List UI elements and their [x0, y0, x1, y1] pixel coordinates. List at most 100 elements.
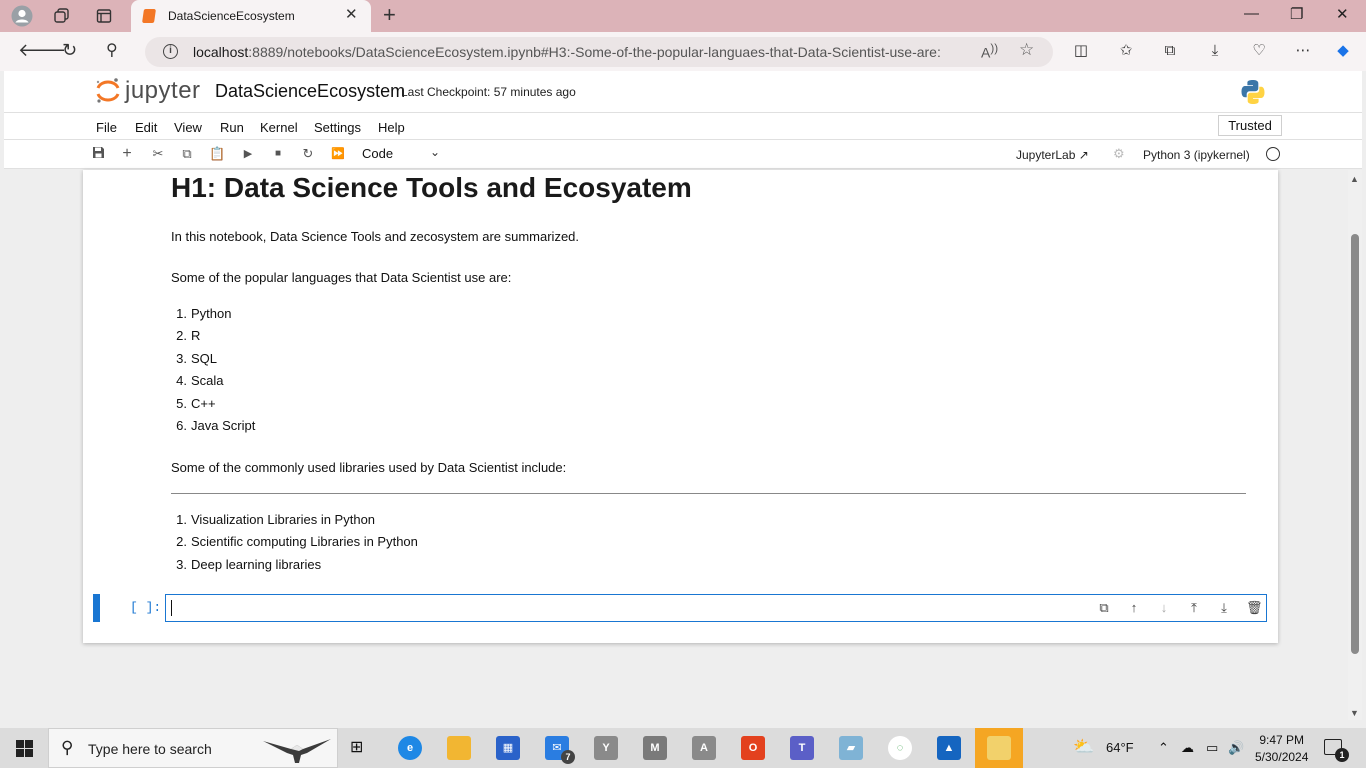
- browser-tab-bar: DataScienceEcosystem ✕ + — ❐ ✕: [0, 0, 1366, 32]
- settings-more-icon[interactable]: ⋯: [1294, 42, 1312, 60]
- save-icon[interactable]: [90, 146, 106, 162]
- cell-prompt: [ ]:: [130, 600, 162, 615]
- move-up-icon[interactable]: ↑: [1126, 600, 1142, 616]
- scroll-down-icon[interactable]: ▼: [1350, 708, 1359, 718]
- weather-icon[interactable]: ⛅: [1073, 737, 1094, 757]
- profile-icon[interactable]: [10, 4, 34, 28]
- windows-start-icon[interactable]: [16, 740, 33, 757]
- system-clock[interactable]: 9:47 PM 5/30/2024: [1255, 732, 1308, 766]
- photos-icon[interactable]: ▲: [937, 736, 961, 760]
- favorite-star-icon[interactable]: ☆: [1019, 40, 1034, 60]
- workspaces-icon[interactable]: [50, 4, 74, 28]
- url-field[interactable]: i localhost:8889/notebooks/DataScienceEc…: [145, 37, 1053, 67]
- menu-edit[interactable]: Edit: [135, 120, 157, 135]
- close-window-icon[interactable]: ✕: [1336, 5, 1349, 23]
- back-icon[interactable]: 🡐: [18, 40, 66, 61]
- active-cell-indicator[interactable]: [93, 594, 100, 622]
- site-info-icon[interactable]: i: [163, 44, 178, 59]
- menu-help[interactable]: Help: [378, 120, 405, 135]
- active-app-icon: [987, 736, 1011, 760]
- menu-run[interactable]: Run: [220, 120, 244, 135]
- taskbar-search-box[interactable]: ⚲ Type here to search: [48, 728, 338, 768]
- jupyterlab-link[interactable]: JupyterLab ↗: [1016, 148, 1089, 162]
- url-text: localhost:8889/notebooks/DataScienceEcos…: [193, 44, 941, 60]
- mail-icon[interactable]: 7 ✉: [545, 736, 575, 764]
- split-screen-icon[interactable]: ◫: [1072, 42, 1090, 60]
- menu-file[interactable]: File: [96, 120, 117, 135]
- jupyter-wordmark: jupyter: [125, 77, 201, 104]
- paste-icon[interactable]: 📋: [209, 146, 225, 162]
- list-item: 3. SQL: [176, 350, 218, 366]
- copilot-icon[interactable]: ◆: [1334, 42, 1352, 60]
- list-item: 3. Deep learning libraries: [176, 556, 322, 572]
- volume-icon[interactable]: 🔊: [1228, 740, 1244, 756]
- minimize-icon[interactable]: —: [1244, 5, 1259, 22]
- app-a-icon[interactable]: A: [692, 736, 716, 760]
- kernel-settings-icon[interactable]: ⚙: [1113, 146, 1125, 162]
- duplicate-cell-icon[interactable]: ⧉: [1096, 600, 1112, 616]
- onedrive-icon[interactable]: ☁: [1181, 740, 1194, 756]
- tab-actions-icon[interactable]: [92, 4, 116, 28]
- move-down-icon[interactable]: ↓: [1156, 600, 1172, 616]
- insert-below-icon[interactable]: ⤓: [1216, 600, 1232, 616]
- clock-date: 5/30/2024: [1255, 750, 1309, 764]
- cell-type-select[interactable]: Code ⌄: [362, 145, 440, 161]
- collections-icon[interactable]: ⧉: [1161, 42, 1179, 60]
- browser-essentials-icon[interactable]: ♡: [1250, 42, 1268, 60]
- task-view-icon[interactable]: ⊞: [350, 737, 363, 757]
- last-checkpoint: Last Checkpoint: 57 minutes ago: [401, 85, 576, 99]
- favorites-icon[interactable]: ✩: [1117, 42, 1135, 60]
- active-app-highlight[interactable]: [975, 728, 1023, 768]
- trusted-indicator[interactable]: Trusted: [1218, 115, 1282, 136]
- cut-icon[interactable]: ✂: [150, 146, 166, 162]
- microsoft-store-icon[interactable]: ▦: [496, 736, 520, 760]
- restart-icon[interactable]: ↻: [300, 146, 316, 162]
- insert-above-icon[interactable]: ⤒: [1186, 600, 1202, 616]
- delete-cell-icon[interactable]: 🗑: [1246, 600, 1263, 616]
- search-highlight-image: [263, 739, 331, 763]
- page-scrollbar[interactable]: ▲ ▼: [1348, 170, 1362, 720]
- search-icon: ⚲: [61, 738, 74, 757]
- close-tab-icon[interactable]: ✕: [345, 5, 358, 23]
- libraries-list: 1. Visualization Libraries in Python 2. Sc…: [163, 512, 418, 579]
- languages-list: 1. Python 2. R 3. SQL 4. Scala 5. C++ 6. Java …: [163, 306, 255, 440]
- weather-temperature[interactable]: 64°F: [1106, 740, 1134, 755]
- office-icon[interactable]: O: [741, 736, 765, 760]
- run-icon[interactable]: ▶: [240, 146, 256, 162]
- teams-icon[interactable]: T: [790, 736, 814, 760]
- battery-icon[interactable]: ▭: [1206, 740, 1218, 756]
- tab-title: DataScienceEcosystem: [168, 9, 295, 23]
- scroll-up-icon[interactable]: ▲: [1350, 174, 1359, 184]
- list-item: 2. Scientific computing Libraries in Pyth…: [176, 534, 418, 550]
- refresh-icon[interactable]: ↻: [62, 40, 77, 61]
- file-explorer-icon[interactable]: [447, 736, 471, 760]
- restore-icon[interactable]: ❐: [1290, 5, 1303, 23]
- app-m-icon[interactable]: M: [643, 736, 667, 760]
- read-aloud-icon[interactable]: A)): [981, 42, 998, 61]
- code-cell-input[interactable]: ⧉ ↑ ↓ ⤒ ⤓ 🗑: [165, 594, 1267, 622]
- menu-view[interactable]: View: [174, 120, 202, 135]
- new-tab-icon[interactable]: +: [383, 2, 396, 28]
- restart-run-all-icon[interactable]: ⏩: [330, 146, 346, 162]
- scrollbar-thumb[interactable]: [1351, 234, 1359, 654]
- menu-kernel[interactable]: Kernel: [260, 120, 298, 135]
- jupyter-logo-icon[interactable]: [95, 77, 121, 105]
- chevron-up-icon[interactable]: ⌃: [1158, 740, 1169, 756]
- copy-icon[interactable]: ⧉: [179, 146, 195, 162]
- list-item: 1. Python: [176, 306, 232, 321]
- stop-icon[interactable]: ■: [270, 146, 286, 162]
- tab-datascienceecosystem[interactable]: DataScienceEcosystem ✕: [131, 0, 371, 32]
- notifications-icon[interactable]: 1: [1324, 739, 1349, 762]
- menu-settings[interactable]: Settings: [314, 120, 361, 135]
- app-y-icon[interactable]: Y: [594, 736, 618, 760]
- app-blue-icon[interactable]: ▰: [839, 736, 863, 760]
- downloads-icon[interactable]: ⤓: [1206, 42, 1224, 60]
- app-green-circle-icon[interactable]: ◌: [888, 736, 912, 760]
- add-cell-icon[interactable]: +: [119, 146, 135, 162]
- search-icon[interactable]: ⚲: [106, 40, 118, 60]
- notebook-name[interactable]: DataScienceEcosystem: [215, 81, 405, 102]
- notification-count: 1: [1335, 748, 1349, 762]
- notebook-area: H1: Data Science Tools and Ecosyatem In …: [0, 170, 1366, 720]
- edge-browser-icon[interactable]: e: [398, 736, 422, 760]
- kernel-name[interactable]: Python 3 (ipykernel): [1143, 148, 1250, 162]
